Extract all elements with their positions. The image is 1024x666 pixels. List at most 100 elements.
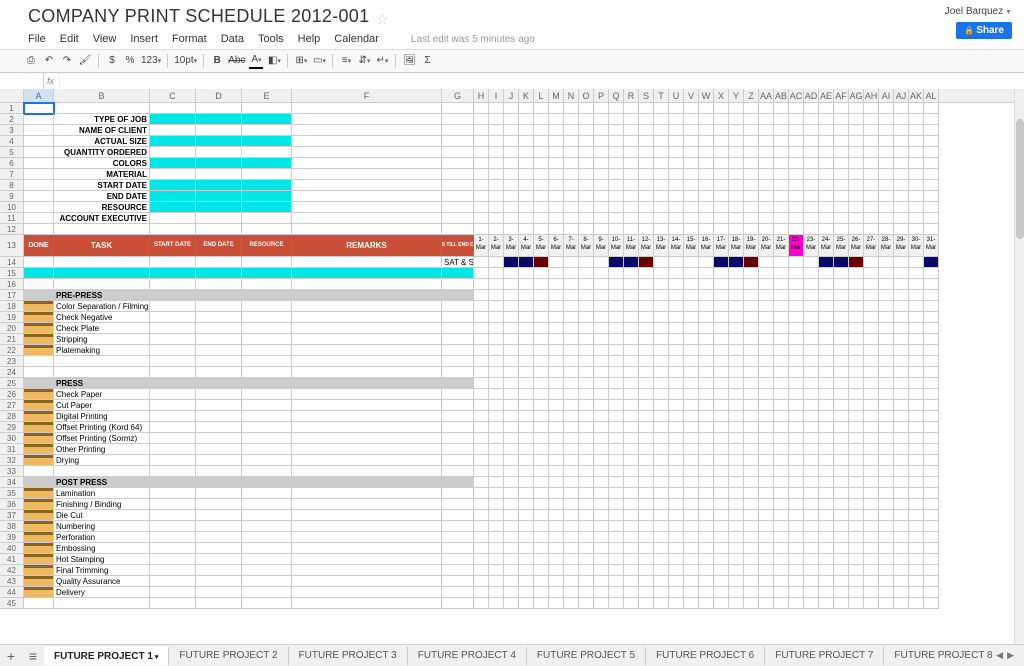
cell[interactable] — [774, 356, 789, 367]
cell[interactable] — [609, 334, 624, 345]
row-header[interactable]: 34 — [0, 477, 24, 488]
cell[interactable] — [729, 169, 744, 180]
cell[interactable] — [804, 433, 819, 444]
cell[interactable] — [504, 345, 519, 356]
cell[interactable] — [744, 224, 759, 235]
cell[interactable] — [849, 389, 864, 400]
cell[interactable] — [774, 422, 789, 433]
cell[interactable] — [714, 158, 729, 169]
cell[interactable] — [609, 587, 624, 598]
cell[interactable] — [24, 587, 54, 598]
cell[interactable] — [744, 290, 759, 301]
cell[interactable] — [849, 466, 864, 477]
cell[interactable] — [564, 576, 579, 587]
cell[interactable] — [759, 598, 774, 609]
row-header[interactable]: 28 — [0, 411, 24, 422]
menu-calendar[interactable]: Calendar — [334, 33, 379, 45]
cell[interactable] — [894, 114, 909, 125]
cell[interactable] — [714, 532, 729, 543]
cell[interactable] — [196, 279, 242, 290]
cell[interactable] — [699, 279, 714, 290]
cell[interactable] — [624, 323, 639, 334]
cell[interactable] — [684, 125, 699, 136]
cell[interactable] — [864, 191, 879, 202]
cell[interactable] — [489, 587, 504, 598]
cell[interactable] — [594, 466, 609, 477]
cell[interactable] — [150, 466, 196, 477]
cell[interactable] — [684, 301, 699, 312]
cell[interactable] — [609, 147, 624, 158]
cell[interactable] — [684, 521, 699, 532]
cell[interactable] — [242, 180, 292, 191]
cell[interactable] — [504, 499, 519, 510]
cell[interactable] — [489, 191, 504, 202]
row-header[interactable]: 16 — [0, 279, 24, 290]
cell[interactable] — [442, 367, 474, 378]
cell[interactable] — [442, 290, 474, 301]
cell[interactable] — [684, 510, 699, 521]
cell[interactable] — [150, 455, 196, 466]
cell[interactable] — [292, 279, 442, 290]
cell[interactable] — [292, 114, 442, 125]
cell[interactable] — [609, 312, 624, 323]
cell[interactable] — [789, 125, 804, 136]
cell[interactable] — [489, 312, 504, 323]
cell[interactable] — [654, 158, 669, 169]
sheet-tab[interactable]: FUTURE PROJECT 4 — [408, 647, 527, 665]
cell[interactable] — [196, 257, 242, 268]
cell[interactable] — [242, 114, 292, 125]
cell[interactable] — [684, 565, 699, 576]
cell[interactable] — [729, 565, 744, 576]
cell[interactable] — [150, 224, 196, 235]
cell[interactable] — [504, 411, 519, 422]
cell[interactable] — [789, 411, 804, 422]
cell[interactable] — [594, 576, 609, 587]
cell[interactable] — [242, 103, 292, 114]
cell[interactable] — [624, 565, 639, 576]
cell[interactable] — [744, 312, 759, 323]
col-header-U[interactable]: U — [669, 89, 684, 102]
cell[interactable] — [849, 510, 864, 521]
cell[interactable] — [594, 587, 609, 598]
cell[interactable] — [819, 444, 834, 455]
cell[interactable] — [519, 323, 534, 334]
cell[interactable] — [864, 345, 879, 356]
cell[interactable] — [924, 510, 939, 521]
cell[interactable] — [504, 356, 519, 367]
cell[interactable] — [834, 158, 849, 169]
cell[interactable] — [834, 554, 849, 565]
cell[interactable] — [819, 455, 834, 466]
cell[interactable] — [519, 521, 534, 532]
cell[interactable] — [849, 290, 864, 301]
cell[interactable]: Stripping — [54, 334, 150, 345]
cell[interactable] — [534, 598, 549, 609]
col-header-B[interactable]: B — [54, 89, 150, 102]
cell[interactable] — [624, 180, 639, 191]
cell[interactable] — [242, 158, 292, 169]
row-header[interactable]: 4 — [0, 136, 24, 147]
cell[interactable] — [804, 378, 819, 389]
cell[interactable] — [654, 224, 669, 235]
cell[interactable] — [714, 367, 729, 378]
cell[interactable] — [789, 488, 804, 499]
cell[interactable] — [196, 587, 242, 598]
cell[interactable] — [292, 345, 442, 356]
cell[interactable] — [864, 103, 879, 114]
cell[interactable] — [789, 323, 804, 334]
cell[interactable] — [504, 576, 519, 587]
cell[interactable] — [699, 598, 714, 609]
cell[interactable] — [789, 466, 804, 477]
cell[interactable] — [474, 477, 489, 488]
cell[interactable] — [669, 279, 684, 290]
cell[interactable] — [564, 477, 579, 488]
cell[interactable] — [534, 455, 549, 466]
cell[interactable] — [474, 114, 489, 125]
cell[interactable] — [242, 389, 292, 400]
row-header[interactable]: 42 — [0, 565, 24, 576]
cell[interactable] — [819, 587, 834, 598]
cell[interactable] — [150, 334, 196, 345]
cell[interactable] — [894, 345, 909, 356]
cell[interactable] — [834, 125, 849, 136]
cell[interactable] — [150, 378, 196, 389]
cell[interactable] — [609, 510, 624, 521]
